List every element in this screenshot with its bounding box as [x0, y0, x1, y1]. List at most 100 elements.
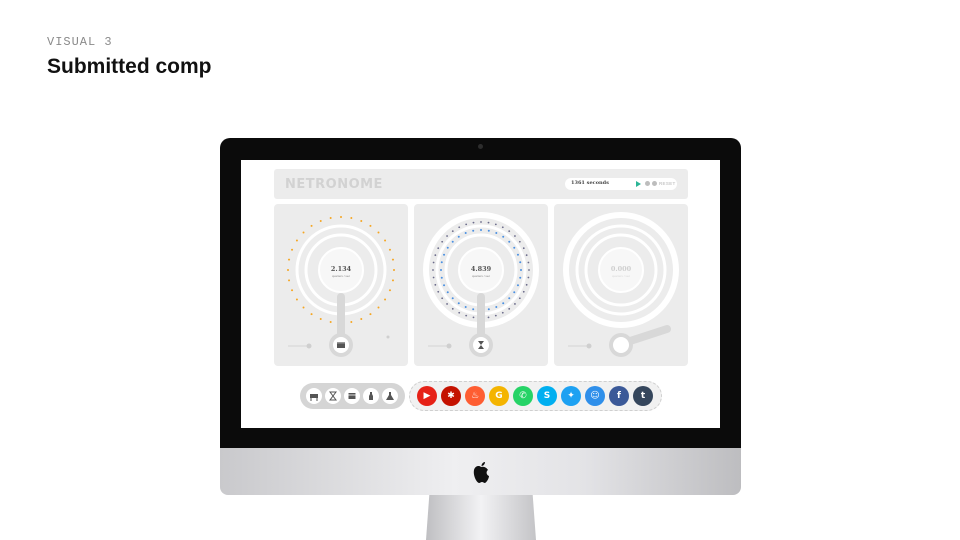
beat-dot — [525, 254, 528, 257]
beat-dot — [350, 320, 353, 323]
app-header: NETRONOME 1361 seconds RESET — [274, 169, 688, 199]
beat-dot — [340, 216, 342, 218]
beat-dot — [501, 226, 504, 229]
beat-dot — [434, 254, 437, 257]
tinder-icon[interactable]: ♨ — [465, 386, 485, 406]
beat-dot — [451, 297, 454, 300]
beat-dot — [508, 307, 511, 310]
beat-dot — [310, 313, 313, 316]
beat-dot — [525, 283, 528, 286]
beat-dot — [487, 221, 490, 224]
whatsapp-icon[interactable]: ✆ — [513, 386, 533, 406]
beat-dot — [329, 217, 332, 220]
tempo-handle[interactable] — [611, 334, 633, 356]
beat-dot — [350, 217, 353, 220]
beat-dot — [384, 298, 387, 301]
youtube-icon[interactable]: ▶ — [417, 386, 437, 406]
pause-icon[interactable] — [645, 181, 650, 186]
beat-dot — [516, 253, 519, 256]
beat-dot — [310, 224, 313, 227]
timer-display: 1361 seconds RESET — [565, 178, 677, 190]
google-icon[interactable]: G — [489, 386, 509, 406]
facebook-icon[interactable]: f — [609, 386, 629, 406]
beat-dot — [446, 291, 449, 294]
app-screen: NETRONOME 1361 seconds RESET 2.134 quart… — [241, 160, 720, 428]
play-icon[interactable] — [636, 181, 641, 187]
dial-value: 4.839 — [470, 265, 492, 273]
beat-dot — [465, 223, 468, 226]
bottle-icon[interactable] — [363, 388, 379, 404]
beat-dot — [432, 261, 435, 264]
beat-dot — [464, 232, 467, 235]
dial-unit: quarters / sec — [611, 274, 631, 278]
beat-dot — [508, 297, 511, 300]
beat-dot — [437, 290, 440, 293]
tempo-handle[interactable] — [471, 334, 493, 356]
beat-dot — [457, 302, 460, 305]
metronome-panel-2: 4.839 quarters / sec — [414, 204, 548, 366]
beat-dot — [495, 305, 498, 308]
tumblr-icon[interactable]: t — [633, 386, 653, 406]
hourglass-icon[interactable] — [325, 388, 341, 404]
beat-dot — [369, 224, 372, 227]
metronome-panel-1: 2.134 quarters / sec — [274, 204, 408, 366]
beat-dot — [527, 261, 530, 264]
sound-selector — [300, 383, 405, 409]
slide-label: VISUAL 3 — [47, 35, 113, 49]
imac-mockup: NETRONOME 1361 seconds RESET 2.134 quart… — [220, 138, 741, 540]
beat-dot — [458, 311, 461, 314]
yelp-icon[interactable]: ✱ — [441, 386, 461, 406]
beat-dot — [451, 307, 454, 310]
beat-dot — [487, 316, 490, 319]
tempo-handle[interactable] — [331, 334, 353, 356]
timer-text: 1361 seconds — [571, 180, 609, 186]
beat-dot — [502, 235, 505, 238]
beat-dot — [519, 261, 522, 264]
volume-slider[interactable] — [426, 342, 454, 350]
beat-dot — [437, 247, 440, 250]
beat-dot — [514, 303, 516, 305]
reset-button[interactable]: RESET — [659, 181, 676, 186]
beat-dot — [480, 221, 482, 223]
beat-dot — [518, 297, 521, 300]
beat-dot — [440, 261, 443, 264]
slide-title: Submitted comp — [47, 55, 212, 78]
beat-dot — [319, 317, 322, 320]
twitter-icon[interactable]: ✦ — [561, 386, 581, 406]
beat-dot — [369, 313, 372, 316]
beat-dot — [329, 320, 332, 323]
monitor-bezel: NETRONOME 1361 seconds RESET 2.134 quart… — [220, 138, 741, 448]
stop-icon[interactable] — [652, 181, 657, 186]
beat-dot — [360, 317, 363, 320]
beat-dot — [291, 248, 294, 251]
beat-dot — [487, 229, 490, 232]
beat-dot — [495, 232, 498, 235]
beat-dot — [516, 284, 519, 287]
beat-dot — [391, 279, 394, 282]
dial-value: 0.000 — [610, 265, 632, 273]
beat-dot — [302, 231, 305, 234]
beat-dot — [391, 258, 394, 261]
beat-dot — [446, 246, 449, 249]
flask-icon[interactable] — [382, 388, 398, 404]
beat-dot — [388, 289, 391, 292]
beat-dot — [360, 220, 363, 223]
beat-dot — [513, 246, 516, 249]
beat-dot — [464, 305, 467, 308]
piano-icon[interactable] — [306, 388, 322, 404]
beat-dot — [288, 279, 291, 282]
beat-dot — [443, 253, 446, 256]
box-icon[interactable] — [344, 388, 360, 404]
volume-slider[interactable] — [286, 342, 314, 350]
reddit-icon[interactable]: ☺ — [585, 386, 605, 406]
beat-dot — [522, 290, 525, 293]
skype-icon[interactable]: S — [537, 386, 557, 406]
beat-dot — [441, 297, 444, 300]
beat-dot — [384, 239, 387, 242]
beat-dot — [522, 247, 525, 250]
beat-dot — [434, 283, 437, 286]
beat-dot — [472, 308, 475, 311]
beat-dot — [388, 248, 391, 251]
volume-slider[interactable] — [566, 342, 594, 350]
beat-dot — [457, 235, 460, 238]
